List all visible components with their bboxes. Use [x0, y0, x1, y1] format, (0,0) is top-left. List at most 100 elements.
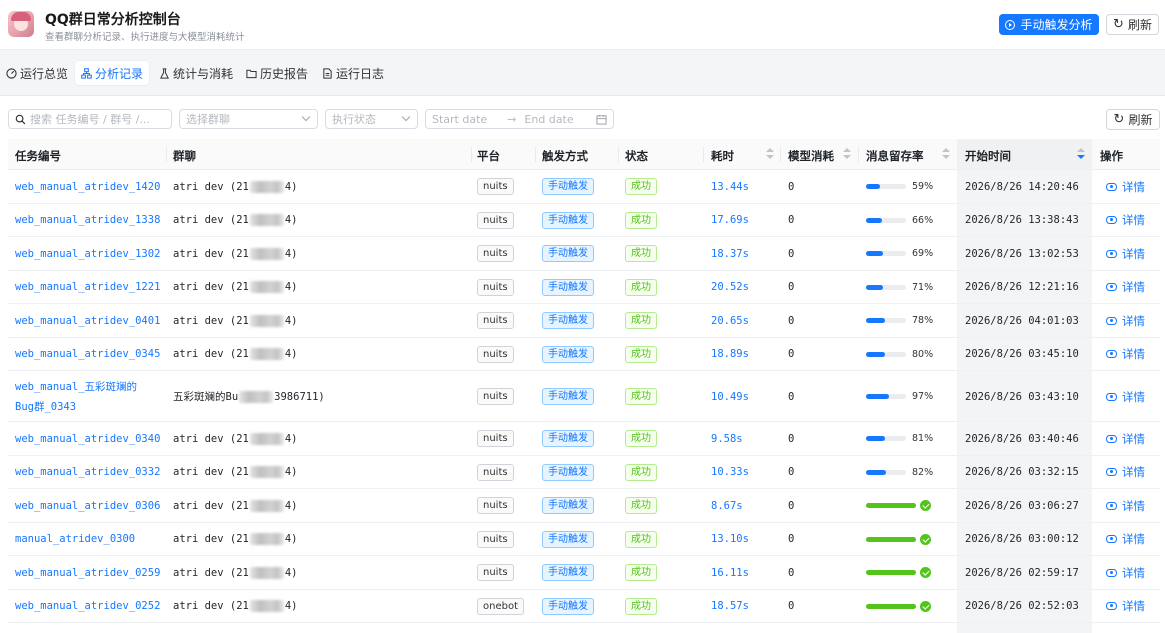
task-id-link[interactable]: web_manual_atridev_1338: [15, 204, 160, 238]
trigger-tag: 手动触发: [542, 178, 594, 196]
app-title: QQ群日常分析控制台: [45, 12, 181, 28]
group-name-suffix: 4): [284, 348, 298, 361]
task-id-link[interactable]: web_manual_atridev_0332: [15, 456, 160, 490]
task-id-link[interactable]: manual_atridev_0300: [15, 523, 135, 557]
task-id-link[interactable]: web_manual_atridev_1221: [15, 271, 160, 305]
group-cell: atri dev (21 4): [173, 304, 298, 338]
status-badge: 成功: [625, 178, 657, 196]
detail-link[interactable]: 详情: [1106, 456, 1145, 490]
col-retention[interactable]: 消息留存率: [866, 148, 924, 164]
table-refresh-button[interactable]: ↻ 刷新: [1106, 109, 1160, 130]
col-task-id: 任务编号: [15, 149, 61, 163]
detail-label: 详情: [1122, 280, 1145, 295]
group-cell: atri dev (21 4): [173, 489, 298, 523]
task-id-link[interactable]: web_manual_atridev_0306: [15, 489, 160, 523]
detail-link[interactable]: 详情: [1106, 422, 1145, 456]
group-select[interactable]: 选择群聊: [179, 109, 318, 129]
task-id-link[interactable]: web_manual_五彩斑斓的 Bug群_0343: [15, 371, 137, 422]
detail-link[interactable]: 详情: [1106, 204, 1145, 238]
tab-history[interactable]: 历史报告: [240, 61, 314, 85]
tab-stats[interactable]: 统计与消耗: [153, 61, 239, 85]
platform-tag: nuits: [477, 211, 514, 229]
manual-trigger-button[interactable]: 手动触发分析: [999, 14, 1099, 35]
cost-cell: 0: [788, 590, 794, 624]
detail-link[interactable]: 详情: [1106, 489, 1145, 523]
group-cell: atri dev (21 4): [173, 237, 298, 271]
task-id-link[interactable]: web_manual_atridev_0401: [15, 304, 160, 338]
group-cell: atri dev (21 4): [173, 204, 298, 238]
column-divider: [471, 147, 472, 162]
task-id-link[interactable]: web_manual_atridev_1420: [15, 170, 160, 204]
table-row: web_manual_atridev_1302 atri dev (21 4) nui…: [8, 237, 1160, 271]
detail-link[interactable]: 详情: [1106, 523, 1145, 557]
detail-label: 详情: [1122, 565, 1145, 580]
cluster-icon: [81, 67, 92, 79]
duration-text: 20.65s: [711, 314, 749, 327]
platform-cell: nuits: [477, 422, 514, 456]
detail-link[interactable]: 详情: [1106, 338, 1145, 372]
task-id-link[interactable]: web_manual_atridev_0252: [15, 590, 160, 624]
redacted-group-id: [249, 348, 284, 361]
trigger-tag: 手动触发: [542, 312, 594, 330]
task-id-link[interactable]: web_manual_atridev_0259: [15, 556, 160, 590]
detail-link[interactable]: 详情: [1106, 170, 1145, 204]
tab-logs[interactable]: 运行日志: [316, 61, 390, 85]
cost-cell: 0: [788, 371, 794, 422]
start-time-cell: 2026/8/26 03:43:10: [965, 371, 1079, 422]
group-name-suffix: 4): [284, 466, 298, 479]
status-cell: 成功: [625, 590, 657, 624]
group-cell: atri dev (21 4): [173, 422, 298, 456]
detail-link[interactable]: 详情: [1106, 237, 1145, 271]
status-cell: 成功: [625, 489, 657, 523]
sort-retention-icon[interactable]: [942, 148, 950, 161]
search-input[interactable]: 搜索 任务编号 / 群号 /...: [8, 109, 172, 129]
table-row: web_manual_atridev_1338 atri dev (21 4) nui…: [8, 204, 1160, 238]
sort-start-time-icon[interactable]: [1077, 148, 1085, 161]
group-cell: atri dev (21 4): [173, 271, 298, 305]
sort-duration-icon[interactable]: [766, 148, 774, 161]
detail-link[interactable]: 详情: [1106, 304, 1145, 338]
duration-text: 13.44s: [711, 180, 749, 193]
col-duration[interactable]: 耗时: [711, 148, 734, 164]
retention-progress-fill: [866, 536, 916, 542]
platform-cell: nuits: [477, 304, 514, 338]
platform-tag: nuits: [477, 388, 514, 405]
trigger-cell: 手动触发: [542, 422, 594, 456]
date-range-picker[interactable]: Start date → End date: [425, 109, 614, 129]
tab-bar: 运行总览 分析记录 统计与消耗 历史报告 运行日志: [0, 50, 1165, 96]
status-select[interactable]: 执行状态: [325, 109, 418, 129]
sort-model-cost-icon[interactable]: [843, 148, 851, 161]
task-id-link[interactable]: web_manual_atridev_0345: [15, 338, 160, 372]
duration-text: 20.52s: [711, 281, 749, 294]
cost-text: 0: [788, 180, 795, 193]
chevron-down-icon: [301, 112, 311, 122]
search-icon: [15, 114, 26, 124]
table-refresh-label: 刷新: [1128, 113, 1153, 127]
redacted-group-id: [239, 390, 274, 403]
eye-icon: [1106, 535, 1117, 544]
col-model-cost[interactable]: 模型消耗: [788, 148, 834, 164]
detail-link[interactable]: 详情: [1106, 271, 1145, 305]
status-select-placeholder: 执行状态: [332, 113, 376, 126]
detail-link[interactable]: 详情: [1106, 590, 1145, 624]
eye-icon: [1106, 568, 1117, 577]
column-divider: [858, 147, 859, 162]
start-time-text: 2026/8/26 03:06:27: [965, 499, 1079, 512]
detail-link[interactable]: 详情: [1106, 371, 1145, 422]
flask-icon: [160, 67, 169, 79]
col-start-time[interactable]: 开始时间: [965, 148, 1011, 164]
tab-records[interactable]: 分析记录: [75, 61, 150, 85]
trigger-tag: 手动触发: [542, 597, 594, 615]
detail-link[interactable]: 详情: [1106, 556, 1145, 590]
header-refresh-button[interactable]: ↻ 刷新: [1106, 14, 1159, 35]
start-time-cell: 2026/8/26 03:32:15: [965, 456, 1079, 490]
status-badge: 成功: [625, 463, 657, 481]
group-name-prefix: atri dev (21: [173, 432, 249, 445]
detail-label: 详情: [1122, 465, 1145, 480]
retention-cell: [866, 590, 931, 624]
task-id-link[interactable]: web_manual_atridev_1302: [15, 237, 160, 271]
task-id-link[interactable]: web_manual_atridev_0340: [15, 422, 160, 456]
platform-tag: nuits: [477, 312, 514, 330]
tab-overview[interactable]: 运行总览: [0, 61, 74, 85]
retention-percent: 81%: [912, 433, 934, 445]
